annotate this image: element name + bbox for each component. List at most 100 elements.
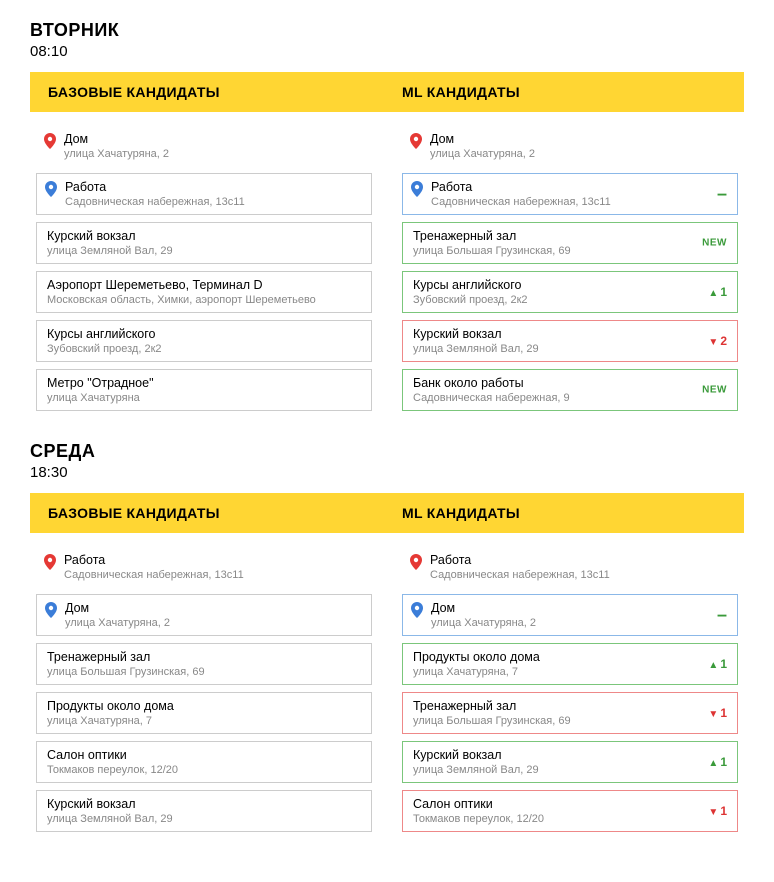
candidate-card[interactable]: Домулица Хачатуряна, 2– [402,594,738,636]
candidate-name: Дом [430,132,728,146]
ml-column: РаботаСадовническая набережная, 13с11 Дом… [402,547,738,832]
day-header: ВТОРНИК 08:10 [30,20,744,60]
rank-badge: ▼2 [708,334,727,348]
candidate-card[interactable]: РаботаСадовническая набережная, 13с11– [402,173,738,215]
candidate-name: Банк около работы [413,376,727,390]
candidate-address: Токмаков переулок, 12/20 [413,813,727,825]
candidate-address: улица Хачатуряна, 2 [430,148,728,160]
candidate-card[interactable]: Курсы английского Зубовский проезд, 2к2 [36,320,372,362]
candidate-name: Дом [65,601,361,615]
candidate-address: Садовническая набережная, 13с11 [64,569,362,581]
base-column: Домулица Хачатуряна, 2 Работа Садовническа… [36,126,372,411]
candidate-card[interactable]: Курский вокзал улица Земляной Вал, 29▼2 [402,320,738,362]
candidate-card[interactable]: Курский вокзалулица Земляной Вал, 29▲1 [402,741,738,783]
candidate-card[interactable]: Курский вокзал улица Земляной Вал, 29 [36,790,372,832]
candidate-card[interactable]: Тренажерный зал улица Большая Грузинская,… [36,643,372,685]
pin-icon [411,181,423,197]
section-header-bar: БАЗОВЫЕ КАНДИДАТЫ ML КАНДИДАТЫ [30,493,744,533]
candidate-address: Токмаков переулок, 12/20 [47,764,361,776]
candidate-address: Зубовский проезд, 2к2 [47,343,361,355]
candidate-card[interactable]: Салон оптики Токмаков переулок, 12/20▼1 [402,790,738,832]
day-time: 08:10 [30,43,744,60]
rank-badge: – [717,605,727,626]
candidate-name: Тренажерный зал [413,229,727,243]
candidate-address: улица Хачатуряна, 7 [413,666,727,678]
candidate-name: Курсы английского [413,278,727,292]
candidate-address: улица Земляной Вал, 29 [47,813,361,825]
candidate-name: Салон оптики [413,797,727,811]
candidate-card[interactable]: Продукты около дома улица Хачатуряна, 7▲1 [402,643,738,685]
pin-icon [410,133,422,149]
day-title: ВТОРНИК [30,20,744,41]
pin-icon [45,602,57,618]
ml-header: ML КАНДИДАТЫ [402,84,726,100]
section-header-bar: БАЗОВЫЕ КАНДИДАТЫ ML КАНДИДАТЫ [30,72,744,112]
day-block: ВТОРНИК 08:10 БАЗОВЫЕ КАНДИДАТЫ ML КАНДИДАТ… [30,20,744,411]
candidate-address: улица Большая Грузинская, 69 [413,715,727,727]
rank-badge: ▲1 [708,285,727,299]
pin-icon [44,554,56,570]
candidate-address: Садовническая набережная, 9 [413,392,727,404]
candidate-card[interactable]: Тренажерный зал улица Большая Грузинская,… [402,222,738,264]
candidate-card[interactable]: РаботаСадовническая набережная, 13с11 [402,547,738,587]
candidate-address: улица Хачатуряна, 2 [64,148,362,160]
candidate-name: Курсы английского [47,327,361,341]
base-header: БАЗОВЫЕ КАНДИДАТЫ [48,84,372,100]
candidate-name: Тренажерный зал [413,699,727,713]
candidate-card[interactable]: Аэропорт Шереметьево, Терминал D Московск… [36,271,372,313]
rank-badge: – [717,184,727,205]
candidate-address: улица Земляной Вал, 29 [47,245,361,257]
candidate-card[interactable]: Тренажерный зал улица Большая Грузинская,… [402,692,738,734]
candidate-address: улица Хачатуряна [47,392,361,404]
candidate-card[interactable]: Курсы английскогоЗубовский проезд, 2к2▲1 [402,271,738,313]
rank-badge: NEW [702,238,727,249]
candidate-card[interactable]: Метро "Отрадное" улица Хачатуряна [36,369,372,411]
candidate-card[interactable]: Работа Садовническая набережная, 13с11 [36,547,372,587]
candidate-card[interactable]: Салон оптики Токмаков переулок, 12/20 [36,741,372,783]
candidate-address: Садовническая набережная, 13с11 [65,196,361,208]
pin-icon [411,602,423,618]
columns: Работа Садовническая набережная, 13с11 Дом… [30,547,744,832]
candidate-card[interactable]: Дом улица Хачатуряна, 2 [36,594,372,636]
candidate-card[interactable]: Дом улица Хачатуряна, 2 [402,126,738,166]
candidate-address: улица Хачатуряна, 2 [65,617,361,629]
candidate-address: улица Большая Грузинская, 69 [47,666,361,678]
rank-badge: NEW [702,385,727,396]
rank-badge: ▼1 [708,706,727,720]
candidate-card[interactable]: Курский вокзал улица Земляной Вал, 29 [36,222,372,264]
candidate-name: Тренажерный зал [47,650,361,664]
rank-badge: ▲1 [708,657,727,671]
ml-header: ML КАНДИДАТЫ [402,505,726,521]
candidate-name: Салон оптики [47,748,361,762]
day-title: СРЕДА [30,441,744,462]
candidate-name: Курский вокзал [413,327,727,341]
ml-column: Дом улица Хачатуряна, 2 РаботаСадовническа… [402,126,738,411]
candidate-address: улица Хачатуряна, 2 [431,617,727,629]
candidate-card[interactable]: Банк около работы Садовническая набережна… [402,369,738,411]
candidate-name: Продукты около дома [413,650,727,664]
candidate-name: Продукты около дома [47,699,361,713]
day-header: СРЕДА18:30 [30,441,744,481]
candidate-card[interactable]: Продукты около дома улица Хачатуряна, 7 [36,692,372,734]
candidate-name: Курский вокзал [413,748,727,762]
day-block: СРЕДА18:30 БАЗОВЫЕ КАНДИДАТЫ ML КАНДИДАТЫ Р… [30,441,744,832]
pin-icon [45,181,57,197]
candidate-address: Садовническая набережная, 13с11 [430,569,728,581]
base-header: БАЗОВЫЕ КАНДИДАТЫ [48,505,372,521]
candidate-name: Курский вокзал [47,229,361,243]
candidate-address: улица Большая Грузинская, 69 [413,245,727,257]
candidate-name: Работа [65,180,361,194]
candidate-address: улица Земляной Вал, 29 [413,343,727,355]
candidate-address: Садовническая набережная, 13с11 [431,196,727,208]
candidate-address: Московская область, Химки, аэропорт Шере… [47,294,361,306]
candidate-name: Метро "Отрадное" [47,376,361,390]
rank-badge: ▼1 [708,804,727,818]
pin-icon [410,554,422,570]
candidate-name: Курский вокзал [47,797,361,811]
pin-icon [44,133,56,149]
candidate-address: улица Хачатуряна, 7 [47,715,361,727]
candidate-name: Работа [64,553,362,567]
candidate-card[interactable]: Домулица Хачатуряна, 2 [36,126,372,166]
candidate-name: Аэропорт Шереметьево, Терминал D [47,278,361,292]
candidate-card[interactable]: Работа Садовническая набережная, 13с11 [36,173,372,215]
